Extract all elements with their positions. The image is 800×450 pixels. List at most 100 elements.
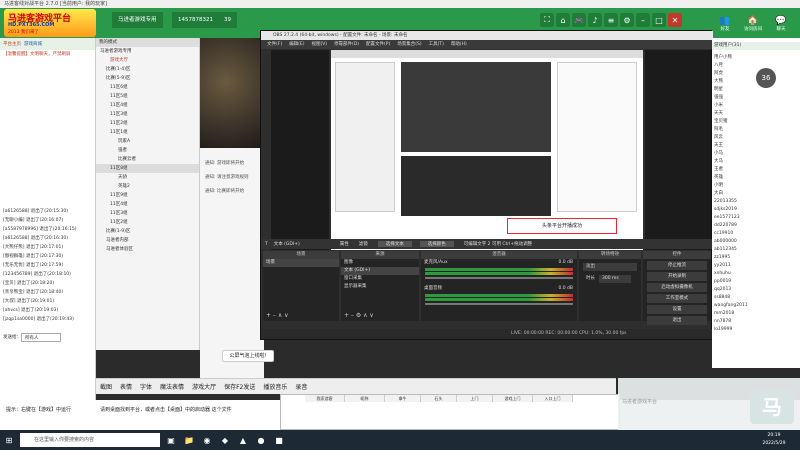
tree-item[interactable]: 英雄2: [96, 182, 199, 191]
home-link[interactable]: 平台主页: [0, 40, 21, 49]
obs-menu-item[interactable]: 停靠部件(D): [334, 40, 359, 49]
user-row[interactable]: ss8848: [712, 294, 800, 302]
tree-item[interactable]: 天骄: [96, 173, 199, 182]
tree-item[interactable]: 11区2组: [96, 218, 199, 227]
font-button[interactable]: 字体: [140, 382, 152, 391]
source-add-icon[interactable]: + – ⚙ ∧ ∨: [344, 312, 374, 319]
shop-link[interactable]: 游戏商城: [21, 40, 42, 49]
user-row[interactable]: pp0019: [712, 278, 800, 286]
close-icon[interactable]: ✕: [668, 13, 682, 27]
user-row[interactable]: 强强: [712, 94, 800, 102]
tree-item[interactable]: 比赛(1-9)区: [96, 227, 199, 236]
app-icon[interactable]: ▲: [236, 432, 250, 448]
user-row[interactable]: ab112345: [712, 246, 800, 254]
visit-room-button[interactable]: 🏠 访问房间: [740, 12, 766, 36]
preview-caption-box[interactable]: 头条平台开播成功: [507, 218, 617, 234]
send-button[interactable]: 保存F2发送: [224, 382, 255, 391]
tree-item[interactable]: 比赛(5-9)区: [96, 74, 199, 83]
record-button[interactable]: 录音: [295, 382, 307, 391]
platform-logo[interactable]: 马进客游戏平台 HD.PXT365.COM 2013 我们来了: [4, 9, 96, 37]
obs-menu-item[interactable]: 场景集合(S): [397, 40, 421, 49]
chat-button[interactable]: 💬 聊天: [768, 12, 794, 36]
properties-button[interactable]: 属性: [340, 241, 349, 247]
user-row[interactable]: zz1995: [712, 254, 800, 262]
user-row[interactable]: qq2013: [712, 286, 800, 294]
user-row[interactable]: 八月: [712, 62, 800, 70]
exit-button[interactable]: 退出: [647, 316, 707, 325]
source-item[interactable]: 图像: [341, 259, 419, 267]
tree-item[interactable]: 11区5组: [96, 92, 199, 101]
lobby-button[interactable]: 游戏大厅: [192, 382, 216, 391]
task-view-icon[interactable]: ▣: [164, 432, 178, 448]
fullscreen-icon[interactable]: ⛶: [540, 13, 554, 27]
user-row[interactable]: lo19999: [712, 326, 800, 334]
tree-item[interactable]: 玩家A: [96, 137, 199, 146]
app-icon[interactable]: ●: [254, 432, 268, 448]
friends-button[interactable]: 👥 好友: [712, 12, 738, 36]
obs-menu-item[interactable]: 配置文件(P): [366, 40, 390, 49]
obs-preview-canvas[interactable]: 头条平台开播成功: [331, 50, 643, 250]
app-icon[interactable]: ◆: [218, 432, 232, 448]
tree-item[interactable]: 马进者内部: [96, 236, 199, 245]
user-row[interactable]: 明星: [712, 86, 800, 94]
screenshot-button[interactable]: 截图: [100, 382, 112, 391]
duration-input[interactable]: 300 ms: [599, 275, 631, 283]
stop-streaming-button[interactable]: 停止推流: [647, 261, 707, 270]
tree-item[interactable]: 比赛(1-4)区: [96, 65, 199, 74]
user-row[interactable]: 大白: [712, 190, 800, 198]
filters-button[interactable]: 滤镜: [359, 241, 368, 247]
user-row[interactable]: 大马: [712, 158, 800, 166]
obs-menu-item[interactable]: 工具(T): [429, 40, 444, 49]
browser-icon[interactable]: ◉: [200, 432, 214, 448]
obs-menu-item[interactable]: 编辑(E): [289, 40, 304, 49]
settings-button[interactable]: 设置: [647, 305, 707, 314]
home-icon[interactable]: ⌂: [556, 13, 570, 27]
user-row[interactable]: ab000000: [712, 238, 800, 246]
magic-emoji-button[interactable]: 魔法表情: [160, 382, 184, 391]
obs-menu-item[interactable]: 视图(V): [311, 40, 327, 49]
user-row[interactable]: 天天: [712, 110, 800, 118]
studio-mode-button[interactable]: 工作室模式: [647, 294, 707, 303]
select-text-button[interactable]: 选择文本: [377, 241, 412, 247]
obs-menu-item[interactable]: 帮助(H): [451, 40, 467, 49]
user-row[interactable]: sdjks2019: [712, 206, 800, 214]
user-row[interactable]: xxhuhu: [712, 270, 800, 278]
volume-slider[interactable]: [425, 277, 573, 279]
maximize-icon[interactable]: □: [652, 13, 666, 27]
gamepad-icon[interactable]: 🎮: [572, 13, 586, 27]
select-color-button[interactable]: 选择颜色: [419, 241, 454, 247]
taskbar-search-input[interactable]: 在这里输入你要搜索的内容: [20, 433, 160, 447]
obs-menu-item[interactable]: 文件(F): [267, 40, 282, 49]
user-row[interactable]: 用户小熊: [712, 54, 800, 62]
tree-item-selected[interactable]: 11区8组: [96, 164, 199, 173]
tree-item[interactable]: 11区1组: [96, 128, 199, 137]
scene-item[interactable]: 场景: [263, 259, 339, 267]
transition-select[interactable]: 淡出: [583, 263, 637, 271]
source-item[interactable]: 显示器采集: [341, 283, 419, 291]
chat-target-select[interactable]: 所有人: [21, 332, 61, 342]
volume-slider[interactable]: [425, 303, 573, 305]
taskbar-clock[interactable]: 20:19 2022/5/29: [752, 432, 796, 448]
app-icon[interactable]: ■: [272, 432, 286, 448]
tree-item[interactable]: 游戏大厅: [96, 56, 199, 65]
source-item[interactable]: 窗口采集: [341, 275, 419, 283]
user-row[interactable]: 阿毛: [712, 126, 800, 134]
sound-icon[interactable]: ♪: [588, 13, 602, 27]
settings-icon[interactable]: ⚙: [620, 13, 634, 27]
user-row[interactable]: 小马: [712, 150, 800, 158]
user-row[interactable]: yy2011: [712, 262, 800, 270]
windows-start-icon[interactable]: ⊞: [2, 432, 16, 448]
tree-item[interactable]: 11区4组: [96, 101, 199, 110]
emoji-button[interactable]: 表情: [120, 382, 132, 391]
user-row[interactable]: 小明: [712, 182, 800, 190]
user-row[interactable]: nn7878: [712, 318, 800, 326]
tree-item[interactable]: 11区2组: [96, 119, 199, 128]
source-item[interactable]: 文本 (GDI+): [341, 267, 419, 275]
user-row[interactable]: 英雄: [712, 174, 800, 182]
tree-item[interactable]: 11区3组: [96, 110, 199, 119]
user-row[interactable]: 宝贝猪: [712, 118, 800, 126]
virtual-camera-button[interactable]: 启动虚拟摄像机: [647, 283, 707, 292]
file-explorer-icon[interactable]: 📁: [182, 432, 196, 448]
user-row[interactable]: cc19910: [712, 230, 800, 238]
scene-add-icon[interactable]: + – ∧ ∨: [266, 312, 289, 319]
